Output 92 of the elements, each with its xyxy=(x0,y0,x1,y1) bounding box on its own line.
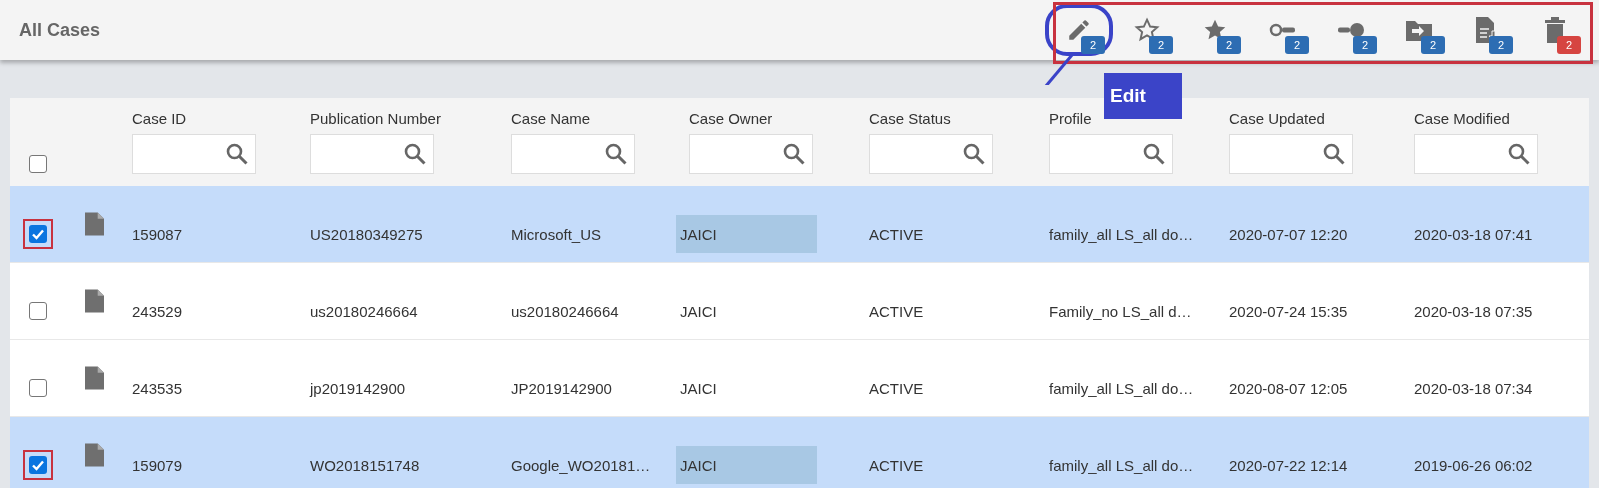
callout-label: Edit xyxy=(1104,73,1182,119)
count-badge: 2 xyxy=(1217,36,1241,54)
column-header: Case Updated xyxy=(1229,110,1326,127)
table-cell-text: 2020-08-07 12:05 xyxy=(1228,378,1349,399)
table-cell-text: 2020-03-18 07:34 xyxy=(1413,378,1534,399)
document-icon xyxy=(85,443,104,467)
filter-field[interactable] xyxy=(1229,134,1353,174)
row-checkbox[interactable] xyxy=(29,379,47,397)
column-header: Case Status xyxy=(869,110,952,127)
table-cell-text: 243529 xyxy=(131,301,184,322)
column-header: Case Modified xyxy=(1414,110,1511,127)
table-cell-text: ACTIVE xyxy=(868,224,925,245)
table-cell-text: family_all LS_all do… xyxy=(1048,455,1195,476)
page-title: All Cases xyxy=(19,19,101,41)
search-icon xyxy=(1507,142,1531,166)
search-icon xyxy=(403,142,427,166)
table-cell-text: ACTIVE xyxy=(868,378,925,399)
circle-bar-icon xyxy=(1269,22,1297,38)
table-cell-text: 2020-03-18 07:41 xyxy=(1413,224,1534,245)
column-header: Profile xyxy=(1049,110,1093,127)
table-cell-text: Family_no LS_all d… xyxy=(1048,301,1193,322)
table-cell-text: family_all LS_all do… xyxy=(1048,378,1195,399)
table-row[interactable]: 159079 WO2018151748 Google_WO20181… JAICI ACTIVE family_all LS_all do… 2020-07-22 12:14 2019-06-26 06:02 xyxy=(10,417,1589,488)
table-cell-text: ACTIVE xyxy=(868,455,925,476)
count-badge: 2 xyxy=(1489,36,1513,54)
document-icon xyxy=(85,289,104,313)
table-cell-text: 2020-03-18 07:35 xyxy=(1413,301,1534,322)
filter-field[interactable] xyxy=(132,134,256,174)
document-icon xyxy=(85,366,104,390)
table-cell-text: us20180246664 xyxy=(309,301,419,322)
toolbar-button[interactable]: 2 xyxy=(1453,4,1521,56)
filter-field[interactable] xyxy=(869,134,993,174)
table-row[interactable]: 159087 US20180349275 Microsoft_US JAICI ACTIVE family_all LS_all do… 2020-07-07 12:20 2020-03-18 07:41 xyxy=(10,186,1589,263)
toolbar-button[interactable]: 2 xyxy=(1045,4,1113,56)
table-cell-text: us20180246664 xyxy=(510,301,620,322)
column-header: Case ID xyxy=(132,110,188,127)
table-cell-text: JAICI xyxy=(679,301,718,322)
star-outline-icon xyxy=(1134,17,1160,43)
filter-field[interactable] xyxy=(511,134,635,174)
folder-arrow-icon xyxy=(1405,18,1433,42)
table-cell-text: Microsoft_US xyxy=(510,224,603,245)
select-all-checkbox[interactable] xyxy=(29,155,47,173)
count-badge: 2 xyxy=(1081,36,1105,54)
table-cell-text: JP2019142900 xyxy=(510,378,613,399)
document-icon xyxy=(85,212,104,236)
filter-field[interactable] xyxy=(1049,134,1173,174)
table-cell-text: 243535 xyxy=(131,378,184,399)
search-icon xyxy=(225,142,249,166)
table-cell: JAICI xyxy=(676,446,817,484)
row-checkbox[interactable] xyxy=(29,456,47,474)
column-header: Case Owner xyxy=(689,110,774,127)
toolbar-button[interactable]: 2 xyxy=(1385,4,1453,56)
search-icon xyxy=(604,142,628,166)
count-badge: 2 xyxy=(1557,36,1581,54)
filter-field[interactable] xyxy=(689,134,813,174)
table-cell-text: 2020-07-24 15:35 xyxy=(1228,301,1349,322)
search-icon xyxy=(1142,142,1166,166)
count-badge: 2 xyxy=(1421,36,1445,54)
pencil-icon xyxy=(1066,17,1092,43)
toolbar-button[interactable]: 2 xyxy=(1521,4,1589,56)
row-checkbox[interactable] xyxy=(29,302,47,320)
column-header: Case Name xyxy=(511,110,592,127)
toolbar-button[interactable]: 2 xyxy=(1317,4,1385,56)
table-cell-text: ACTIVE xyxy=(868,301,925,322)
search-icon xyxy=(962,142,986,166)
filter-field[interactable] xyxy=(1414,134,1538,174)
table-cell-text: WO2018151748 xyxy=(309,455,421,476)
table-cell-text: Google_WO20181… xyxy=(510,455,652,476)
table-cell-text: 159079 xyxy=(131,455,184,476)
table-cell-text: 2020-07-07 12:20 xyxy=(1228,224,1349,245)
table-cell-text: jp2019142900 xyxy=(308,378,407,399)
count-badge: 2 xyxy=(1149,36,1173,54)
toolbar-button[interactable]: 2 xyxy=(1181,4,1249,56)
count-badge: 2 xyxy=(1353,36,1377,54)
filter-field[interactable] xyxy=(310,134,434,174)
row-checkbox[interactable] xyxy=(29,225,47,243)
table-cell-text: JAICI xyxy=(679,378,718,399)
search-icon xyxy=(1322,142,1346,166)
column-header: Publication Number xyxy=(310,110,442,127)
table-cell: JAICI xyxy=(676,215,817,253)
table-cell-text: US20180349275 xyxy=(309,224,424,245)
table-row[interactable]: 243529 us20180246664 us20180246664 JAICI ACTIVE Family_no LS_all d… 2020-07-24 15:35 2020-03-18 07:35 xyxy=(10,263,1589,340)
toolbar-button[interactable]: 2 xyxy=(1249,4,1317,56)
bar-circle-icon xyxy=(1337,22,1365,38)
table-cell-text: 2020-07-22 12:14 xyxy=(1228,455,1349,476)
toolbar-button[interactable]: 2 xyxy=(1113,4,1181,56)
search-icon xyxy=(782,142,806,166)
table-cell-text: family_all LS_all do… xyxy=(1048,224,1195,245)
table-cell-text: 2019-06-26 06:02 xyxy=(1413,455,1534,476)
count-badge: 2 xyxy=(1285,36,1309,54)
table-cell-text: 159087 xyxy=(131,224,184,245)
table-row[interactable]: 243535 jp2019142900 JP2019142900 JAICI ACTIVE family_all LS_all do… 2020-08-07 12:05 2020-03-18 07:34 xyxy=(10,340,1589,417)
